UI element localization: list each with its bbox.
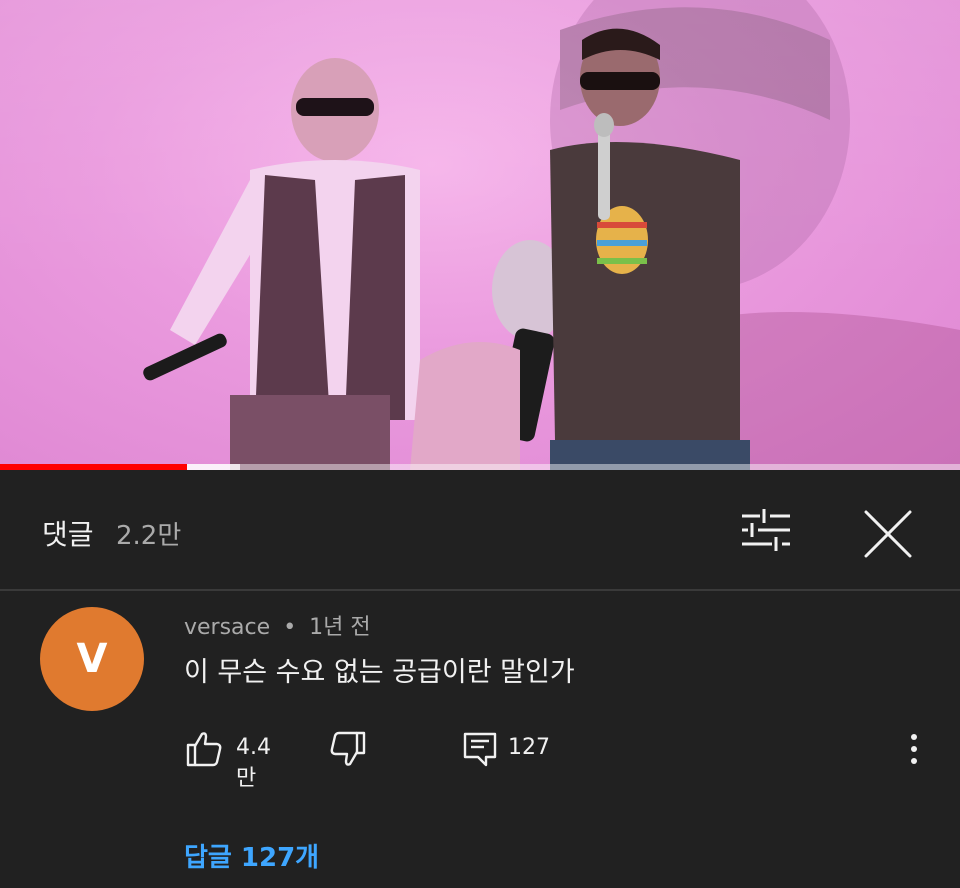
comments-title: 댓글 bbox=[42, 518, 94, 551]
reply-icon bbox=[463, 732, 497, 767]
more-vert-icon bbox=[911, 734, 917, 764]
comments-count: 2.2만 bbox=[116, 521, 182, 551]
comment-time: 1년 전 bbox=[309, 615, 371, 640]
sliders-icon bbox=[742, 509, 790, 551]
thumbs-up-icon bbox=[186, 732, 222, 767]
like-count: 4.4만 bbox=[236, 735, 271, 791]
video-player[interactable] bbox=[0, 0, 960, 470]
video-frame bbox=[143, 0, 960, 470]
dislike-button[interactable] bbox=[328, 729, 368, 769]
reply-count: 127 bbox=[508, 735, 550, 760]
like-button[interactable] bbox=[184, 729, 224, 769]
comment-text: 이 무슨 수요 없는 공급이란 말인가 bbox=[184, 657, 575, 688]
close-button[interactable] bbox=[860, 506, 916, 562]
comment-item: V versace • 1년 전 이 무슨 수요 없는 공급이란 말인가 4.4… bbox=[0, 593, 960, 888]
reply-button[interactable] bbox=[460, 729, 500, 769]
view-replies-link[interactable]: 답글 127개 bbox=[184, 837, 319, 874]
more-options-button[interactable] bbox=[898, 729, 930, 769]
close-icon bbox=[864, 510, 912, 558]
avatar[interactable]: V bbox=[40, 607, 144, 711]
comment-meta: versace • 1년 전 bbox=[184, 609, 371, 641]
meta-separator: • bbox=[283, 615, 297, 640]
sort-filter-button[interactable] bbox=[738, 506, 794, 554]
comments-header: 댓글 2.2만 bbox=[0, 470, 960, 591]
comment-author[interactable]: versace bbox=[184, 615, 270, 640]
thumbs-down-icon bbox=[330, 731, 366, 766]
